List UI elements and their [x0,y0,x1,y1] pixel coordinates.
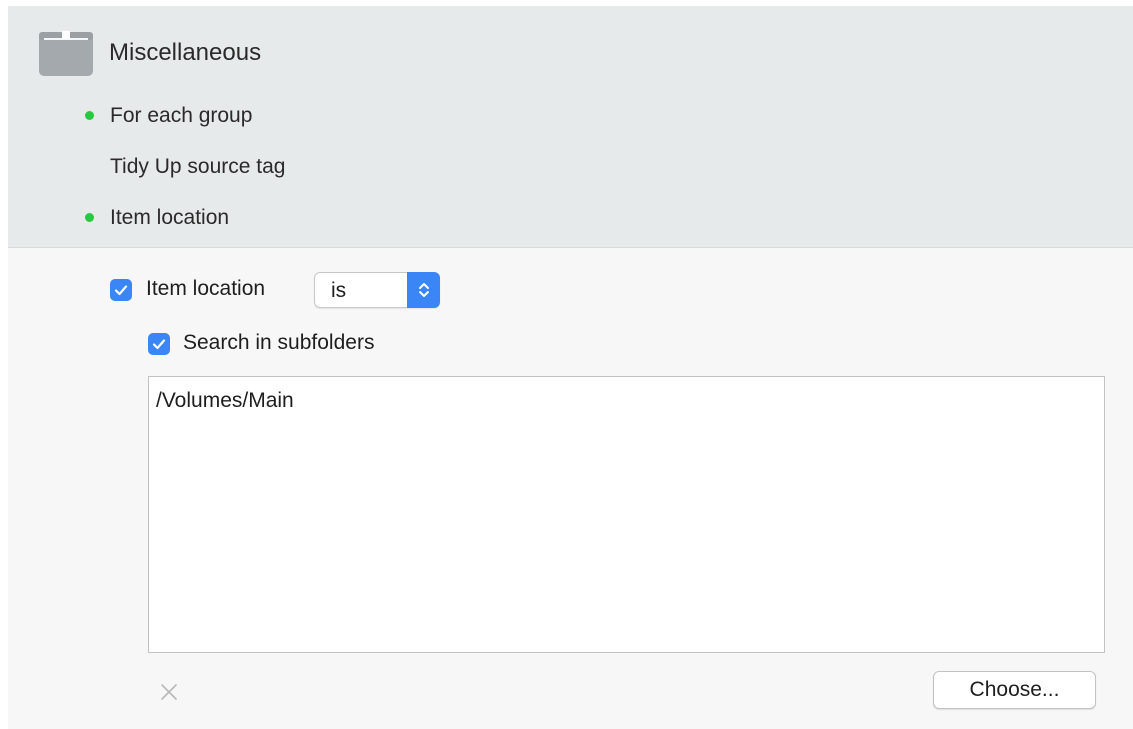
location-path-list[interactable]: /Volumes/Main [148,376,1105,653]
tree-item-item-location[interactable]: Item location [8,203,608,233]
popup-stepper [407,272,440,308]
operator-popup[interactable]: is [314,272,440,308]
list-item[interactable]: /Volumes/Main [156,389,294,413]
box-icon [38,26,94,78]
search-subfolders-checkbox[interactable] [148,333,170,355]
tree-item-tidy-up-source-tag[interactable]: Tidy Up source tag [8,152,608,182]
operator-value: is [331,279,347,302]
active-status-dot [85,213,94,222]
tidy-up-options-panel: Miscellaneous For each group Tidy Up sou… [8,6,1133,729]
tree-item-label: Item location [110,206,230,229]
tree-item-label: For each group [110,104,253,127]
chevron-up-down-icon [418,283,429,297]
group-title: Miscellaneous [109,39,262,66]
checkmark-icon [152,339,166,350]
item-location-label: Item location [146,277,266,300]
search-subfolders-label: Search in subfolders [183,331,375,354]
tree-item-label: Tidy Up source tag [110,155,286,178]
checkmark-icon [114,285,128,296]
choose-button[interactable]: Choose... [933,671,1096,709]
remove-location-button[interactable] [156,679,182,705]
tree-item-for-each-group[interactable]: For each group [8,101,608,131]
group-header: Miscellaneous For each group Tidy Up sou… [8,6,1133,248]
close-icon [161,684,177,700]
active-status-dot [85,111,94,120]
item-location-checkbox[interactable] [110,279,132,301]
